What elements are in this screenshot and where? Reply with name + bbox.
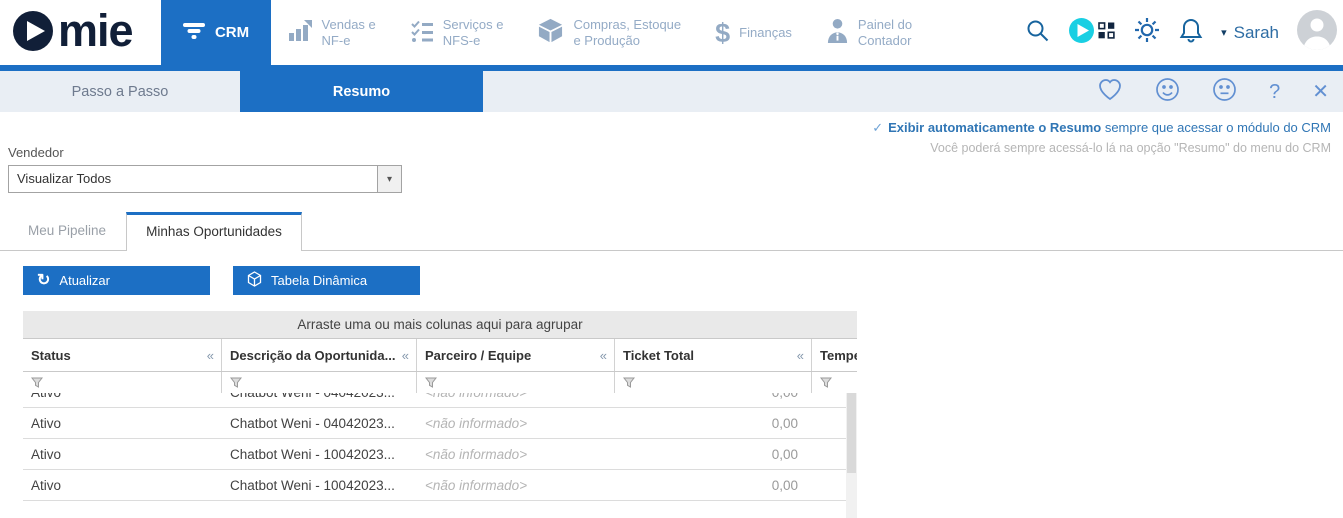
resumo-panel: ✓ Exibir automaticamente o Resumo sempre … <box>0 112 1343 518</box>
filter-funnel-icon <box>820 377 832 388</box>
column-header-status[interactable]: Status « <box>23 339 222 371</box>
vendedor-label: Vendedor <box>8 145 64 160</box>
vertical-scrollbar[interactable] <box>846 393 857 518</box>
bell-icon[interactable] <box>1179 17 1203 48</box>
grid-body: Ativo Chatbot Weni - 04042023... <não in… <box>23 393 857 518</box>
nav-item-painel-contador[interactable]: Painel doContador <box>826 17 912 49</box>
nav-item-servicos[interactable]: Serviços eNFS-e <box>410 17 504 49</box>
collapse-column-icon[interactable]: « <box>797 348 811 363</box>
nav-label: Serviços eNFS-e <box>443 17 504 49</box>
filter-funnel-icon <box>230 377 242 388</box>
user-name: Sarah <box>1234 23 1279 43</box>
subtab-actions: ? ✕ <box>1097 71 1343 112</box>
cube-icon <box>247 271 262 290</box>
crm-app: mie CRM Vendas eNF-e Serviços eNFS-e <box>0 0 1343 518</box>
nav-item-vendas[interactable]: Vendas eNF-e <box>287 17 376 49</box>
person-icon <box>826 18 849 47</box>
dropdown-caret-icon[interactable]: ▾ <box>377 166 401 192</box>
refresh-icon: ↻ <box>37 273 50 289</box>
chevron-down-icon: ▾ <box>1221 26 1227 39</box>
nav-label: Finanças <box>739 25 792 41</box>
scrollbar-thumb[interactable] <box>847 393 856 473</box>
filter-cell[interactable] <box>417 372 615 393</box>
group-drop-zone[interactable]: Arraste uma ou mais colunas aqui para ag… <box>23 311 857 339</box>
omie-play-icon <box>10 7 56 58</box>
help-icon[interactable]: ? <box>1269 82 1280 102</box>
collapse-column-icon[interactable]: « <box>207 348 221 363</box>
logo-text: mie <box>58 8 133 53</box>
happy-face-icon[interactable] <box>1155 77 1180 106</box>
header-actions: ▾ Sarah <box>1025 10 1337 55</box>
grid-icon <box>1098 22 1115 44</box>
tab-meu-pipeline[interactable]: Meu Pipeline <box>8 212 126 250</box>
top-header: mie CRM Vendas eNF-e Serviços eNFS-e <box>0 0 1343 65</box>
box-icon <box>537 17 564 48</box>
favorite-heart-icon[interactable] <box>1097 78 1123 106</box>
dollar-icon: $ <box>715 25 730 41</box>
tabela-dinamica-label: Tabela Dinâmica <box>271 273 367 288</box>
tab-resumo[interactable]: Resumo <box>240 71 483 112</box>
vendedor-value: Visualizar Todos <box>9 166 377 192</box>
view-tab-strip: Meu Pipeline Minhas Oportunidades <box>0 212 1343 251</box>
nav-label: Compras, Estoquee Produção <box>573 17 681 49</box>
nav-label: Painel doContador <box>858 17 912 49</box>
bar-chart-icon <box>287 19 313 46</box>
atualizar-button[interactable]: ↻ Atualizar <box>23 266 210 295</box>
vendedor-select[interactable]: Visualizar Todos ▾ <box>8 165 402 193</box>
table-row[interactable]: Ativo Chatbot Weni - 10042023... <não in… <box>23 470 857 501</box>
tab-minhas-oportunidades[interactable]: Minhas Oportunidades <box>126 212 302 251</box>
tab-passo-a-passo[interactable]: Passo a Passo <box>0 71 240 112</box>
main-nav: Vendas eNF-e Serviços eNFS-e Compras, Es… <box>287 17 913 49</box>
filter-funnel-icon <box>623 377 635 388</box>
crm-label: CRM <box>215 24 249 41</box>
omie-logo[interactable]: mie <box>10 7 133 58</box>
apps-launcher[interactable] <box>1068 17 1115 49</box>
collapse-column-icon[interactable]: « <box>402 348 416 363</box>
column-header-ticket[interactable]: Ticket Total « <box>615 339 812 371</box>
tabela-dinamica-button[interactable]: Tabela Dinâmica <box>233 266 420 295</box>
check-icon: ✓ <box>872 120 883 135</box>
nav-item-crm[interactable]: CRM <box>161 0 271 65</box>
column-header-descricao[interactable]: Descrição da Oportunida... « <box>222 339 417 371</box>
atualizar-label: Atualizar <box>59 273 110 288</box>
play-circle-icon <box>1068 17 1095 49</box>
filter-cell[interactable] <box>615 372 812 393</box>
grid-filter-row <box>23 372 857 393</box>
banner-subtext: Você poderá sempre acessá-lo lá na opção… <box>872 141 1331 155</box>
filter-funnel-icon <box>425 377 437 388</box>
nav-label: Vendas eNF-e <box>322 17 376 49</box>
avatar[interactable] <box>1297 10 1337 55</box>
user-menu[interactable]: ▾ Sarah <box>1221 23 1279 43</box>
auto-show-setting[interactable]: ✓ Exibir automaticamente o Resumo sempre … <box>872 120 1331 136</box>
banner-rest-text: sempre que acessar o módulo do CRM <box>1101 120 1331 135</box>
banner-bold-text: Exibir automaticamente o Resumo <box>888 120 1101 135</box>
table-row[interactable]: Ativo Chatbot Weni - 10042023... <não in… <box>23 439 857 470</box>
collapse-column-icon[interactable]: « <box>600 348 614 363</box>
checklist-icon <box>410 19 434 47</box>
subtab-bar: Passo a Passo Resumo ? ✕ <box>0 71 1343 112</box>
filter-cell[interactable] <box>812 372 857 393</box>
filter-funnel-icon <box>31 377 43 388</box>
close-icon[interactable]: ✕ <box>1312 82 1329 102</box>
neutral-face-icon[interactable] <box>1212 77 1237 106</box>
column-header-tempe[interactable]: Tempe <box>812 339 857 371</box>
oportunidades-grid: Arraste uma ou mais colunas aqui para ag… <box>23 311 857 518</box>
column-header-parceiro[interactable]: Parceiro / Equipe « <box>417 339 615 371</box>
nav-item-compras[interactable]: Compras, Estoquee Produção <box>537 17 681 49</box>
gear-icon[interactable] <box>1133 16 1161 49</box>
auto-show-banner: ✓ Exibir automaticamente o Resumo sempre … <box>872 120 1331 155</box>
filter-cell[interactable] <box>23 372 222 393</box>
nav-item-financas[interactable]: $ Finanças <box>715 25 792 41</box>
grid-header-row: Status « Descrição da Oportunida... « Pa… <box>23 339 857 372</box>
funnel-icon <box>182 21 206 45</box>
search-icon[interactable] <box>1025 18 1050 48</box>
table-row[interactable]: Ativo Chatbot Weni - 04042023... <não in… <box>23 408 857 439</box>
table-row[interactable]: Ativo Chatbot Weni - 04042023... <não in… <box>23 393 857 408</box>
filter-cell[interactable] <box>222 372 417 393</box>
